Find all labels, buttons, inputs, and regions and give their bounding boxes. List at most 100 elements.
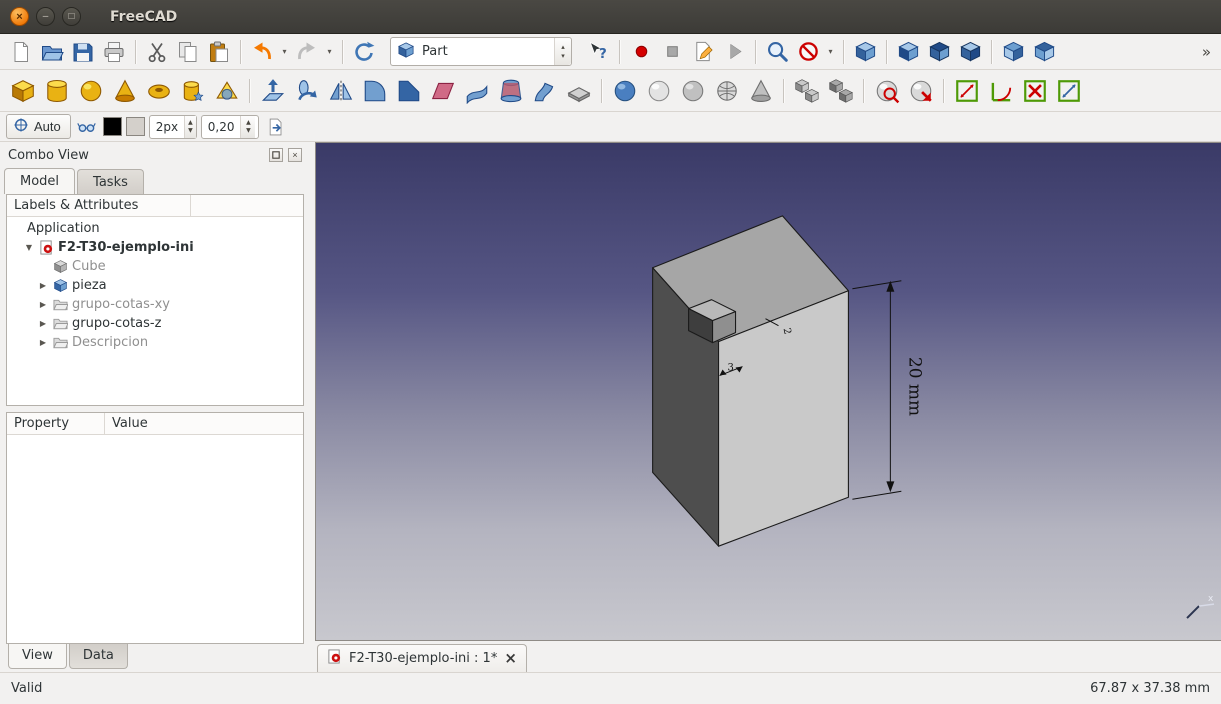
tree-item-cube[interactable]: ▶Cube (7, 257, 303, 276)
part-chamfer-button[interactable] (392, 74, 425, 108)
part-revolve-button[interactable] (290, 74, 323, 108)
expander-icon[interactable]: ▶ (37, 319, 49, 328)
view-rear-button[interactable] (998, 37, 1028, 67)
draft-plane-auto-button[interactable]: Auto (6, 114, 71, 139)
fit-all-button[interactable] (762, 37, 792, 67)
workbench-spinner[interactable]: ▴▾ (554, 38, 571, 65)
part-boolean-button[interactable] (824, 74, 857, 108)
undo-button[interactable] (247, 37, 277, 67)
macro-play-button[interactable] (719, 37, 749, 67)
view-top-button[interactable] (924, 37, 954, 67)
line-width-spinbox[interactable]: 2px ▲▼ (149, 115, 197, 139)
view-right-button[interactable] (955, 37, 985, 67)
refresh-button[interactable] (349, 37, 379, 67)
expander-icon[interactable]: ▶ (37, 338, 49, 347)
part-check-geometry-button[interactable] (870, 74, 903, 108)
3d-scene[interactable]: 20 mm 3 2 x (316, 143, 1221, 640)
undo-dropdown[interactable]: ▾ (278, 38, 291, 66)
combo-view-panel: Combo View × Model Tasks Labels & Attrib… (0, 142, 308, 672)
tab-tasks[interactable]: Tasks (77, 169, 144, 194)
part-sweep-button[interactable] (528, 74, 561, 108)
face-color-swatch[interactable] (126, 117, 145, 136)
part-cone-button[interactable] (108, 74, 141, 108)
draw-style-button[interactable] (793, 37, 823, 67)
print-button[interactable] (99, 37, 129, 67)
view-front-button[interactable] (893, 37, 923, 67)
panel-close-icon[interactable]: × (288, 148, 302, 162)
line-color-swatch[interactable] (103, 117, 122, 136)
value-column-header[interactable]: Value (105, 413, 303, 434)
part-compound-button[interactable] (790, 74, 823, 108)
measure-clear-button[interactable] (1018, 74, 1051, 108)
window-close-button[interactable]: × (10, 7, 29, 26)
expander-icon[interactable]: ▶ (37, 300, 49, 309)
tab-data[interactable]: Data (69, 644, 128, 669)
tree-item-grupo-cotas-xy[interactable]: ▶grupo-cotas-xy (7, 295, 303, 314)
line-width-spinner[interactable]: ▲▼ (184, 116, 196, 138)
toolbar-separator (755, 40, 756, 64)
macro-edit-button[interactable] (688, 37, 718, 67)
whats-this-button[interactable]: ? (583, 37, 613, 67)
tree-item-descripcion[interactable]: ▶Descripcion (7, 333, 303, 352)
toolbar-overflow-chevron[interactable]: » (1198, 43, 1215, 61)
part-defeaturing-button[interactable] (904, 74, 937, 108)
part-fillet-button[interactable] (358, 74, 391, 108)
text-scale-spinbox[interactable]: 0,20 ▲▼ (201, 115, 259, 139)
text-scale-spinner[interactable]: ▲▼ (240, 116, 255, 138)
open-document-button[interactable] (37, 37, 67, 67)
part-projection-button[interactable] (710, 74, 743, 108)
measure-toggle-button[interactable] (1052, 74, 1085, 108)
tree-item-document[interactable]: ▼ F2-T30-ejemplo-ini (7, 238, 303, 257)
redo-dropdown[interactable]: ▾ (323, 38, 336, 66)
status-message: Valid (11, 681, 42, 696)
part-sphere-button[interactable] (74, 74, 107, 108)
tree-item-application[interactable]: ▶ Application (7, 219, 303, 238)
draw-style-dropdown[interactable]: ▾ (824, 38, 837, 66)
part-primitives-button[interactable] (176, 74, 209, 108)
part-ruledsurface-button[interactable] (460, 74, 493, 108)
macro-stop-button[interactable] (657, 37, 687, 67)
3d-viewport[interactable]: 20 mm 3 2 x (315, 142, 1221, 641)
macro-record-button[interactable] (626, 37, 656, 67)
measure-angular-button[interactable] (984, 74, 1017, 108)
property-column-header[interactable]: Property (7, 413, 105, 434)
part-attachment-button[interactable] (744, 74, 777, 108)
view-bottom-button[interactable] (1029, 37, 1059, 67)
part-offset2d-button[interactable] (642, 74, 675, 108)
part-thickness-button[interactable] (676, 74, 709, 108)
tab-close-icon[interactable]: × (504, 651, 517, 666)
tree-item-grupo-cotas-z[interactable]: ▶grupo-cotas-z (7, 314, 303, 333)
expander-icon[interactable]: ▶ (37, 281, 49, 290)
cut-button[interactable] (142, 37, 172, 67)
part-torus-button[interactable] (142, 74, 175, 108)
save-button[interactable] (68, 37, 98, 67)
paste-button[interactable] (204, 37, 234, 67)
window-minimize-button[interactable]: – (36, 7, 55, 26)
part-offset3d-button[interactable] (608, 74, 641, 108)
part-makeface-button[interactable] (426, 74, 459, 108)
part-shapebuilder-button[interactable] (210, 74, 243, 108)
part-section-button[interactable] (562, 74, 595, 108)
tab-view[interactable]: View (8, 644, 67, 669)
redo-button[interactable] (292, 37, 322, 67)
view-axonometric-button[interactable] (850, 37, 880, 67)
workbench-selector[interactable]: Part ▴▾ (390, 37, 572, 66)
part-cylinder-button[interactable] (40, 74, 73, 108)
tab-model[interactable]: Model (4, 168, 75, 194)
expander-icon[interactable]: ▼ (23, 243, 35, 252)
measure-linear-button[interactable] (950, 74, 983, 108)
apply-style-button[interactable] (263, 114, 289, 140)
document-tab[interactable]: F2-T30-ejemplo-ini : 1* × (317, 644, 527, 672)
part-box-button[interactable] (6, 74, 39, 108)
model-solid[interactable] (653, 216, 849, 546)
new-document-button[interactable] (6, 37, 36, 67)
panel-float-icon[interactable] (269, 148, 283, 162)
part-mirror-button[interactable] (324, 74, 357, 108)
window-maximize-button[interactable]: □ (62, 7, 81, 26)
tree-item-pieza[interactable]: ▶pieza (7, 276, 303, 295)
construction-mode-toggle[interactable] (75, 115, 99, 139)
part-extrude-button[interactable] (256, 74, 289, 108)
copy-button[interactable] (173, 37, 203, 67)
part-loft-button[interactable] (494, 74, 527, 108)
property-editor-tabs: View Data (2, 644, 308, 672)
